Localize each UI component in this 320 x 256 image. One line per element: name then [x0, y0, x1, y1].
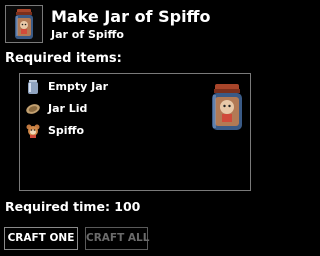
- jar-of-spiffo-icon: [15, 9, 33, 39]
- recipe-title: Make Jar of Spiffo: [51, 7, 211, 26]
- craft-all-button[interactable]: CRAFT ALL: [85, 227, 149, 250]
- list-item-spiffo: Spiffo: [25, 121, 84, 141]
- craft-one-button[interactable]: CRAFT ONE: [4, 227, 78, 250]
- spiffo-icon: [26, 124, 40, 138]
- recipe-icon-frame: [5, 5, 43, 43]
- empty-jar-icon: [28, 80, 38, 94]
- jar-lid-icon: [26, 104, 40, 114]
- jar-of-spiffo-preview-icon: [212, 84, 242, 130]
- required-items-label: Required items:: [5, 51, 122, 66]
- item-label: Spiffo: [48, 124, 85, 137]
- required-time-label: Required time: 100: [5, 199, 141, 214]
- item-label: Empty Jar: [48, 80, 109, 93]
- list-item-empty-jar: Empty Jar: [25, 77, 108, 97]
- recipe-subtitle: Jar of Spiffo: [51, 28, 124, 41]
- list-item-jar-lid: Jar Lid: [25, 99, 87, 119]
- item-label: Jar Lid: [48, 102, 88, 115]
- required-items-panel: Empty Jar Jar Lid Spiffo: [19, 73, 251, 191]
